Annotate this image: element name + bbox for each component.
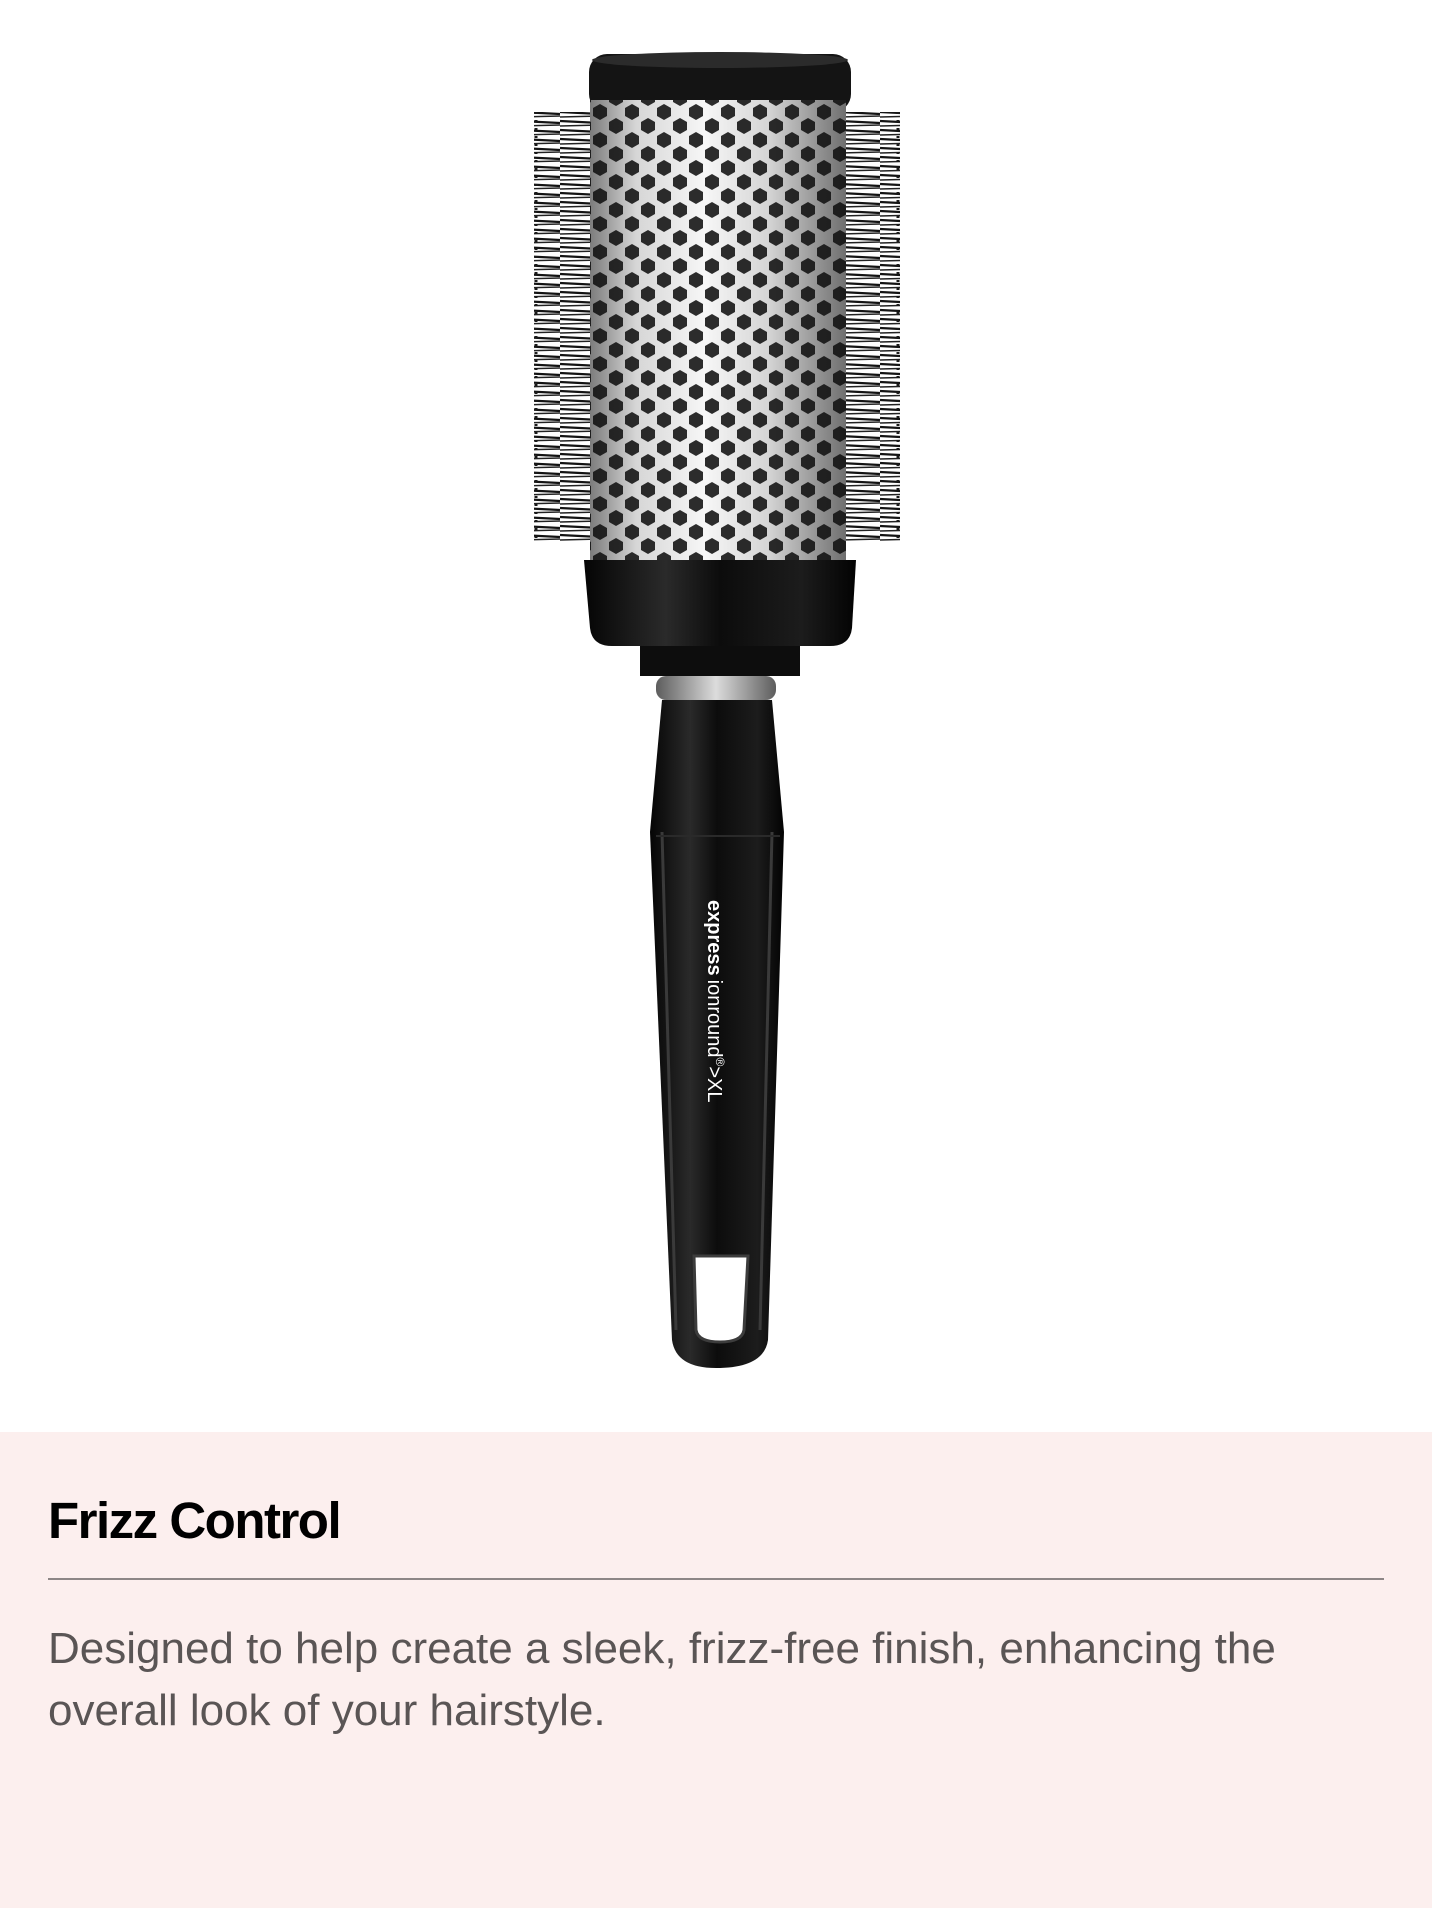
handle-brand-text: expressionround®>XL bbox=[703, 900, 727, 1102]
product-image: expressionround®>XL bbox=[0, 0, 1432, 1432]
round-brush-image: expressionround®>XL bbox=[534, 52, 900, 1368]
feature-description: Designed to help create a sleek, frizz-f… bbox=[48, 1624, 1276, 1736]
feature-title: Frizz Control bbox=[48, 1492, 342, 1549]
feature-panel: Frizz Control Designed to help create a … bbox=[0, 1432, 1432, 1908]
feature-divider bbox=[48, 1578, 1384, 1581]
